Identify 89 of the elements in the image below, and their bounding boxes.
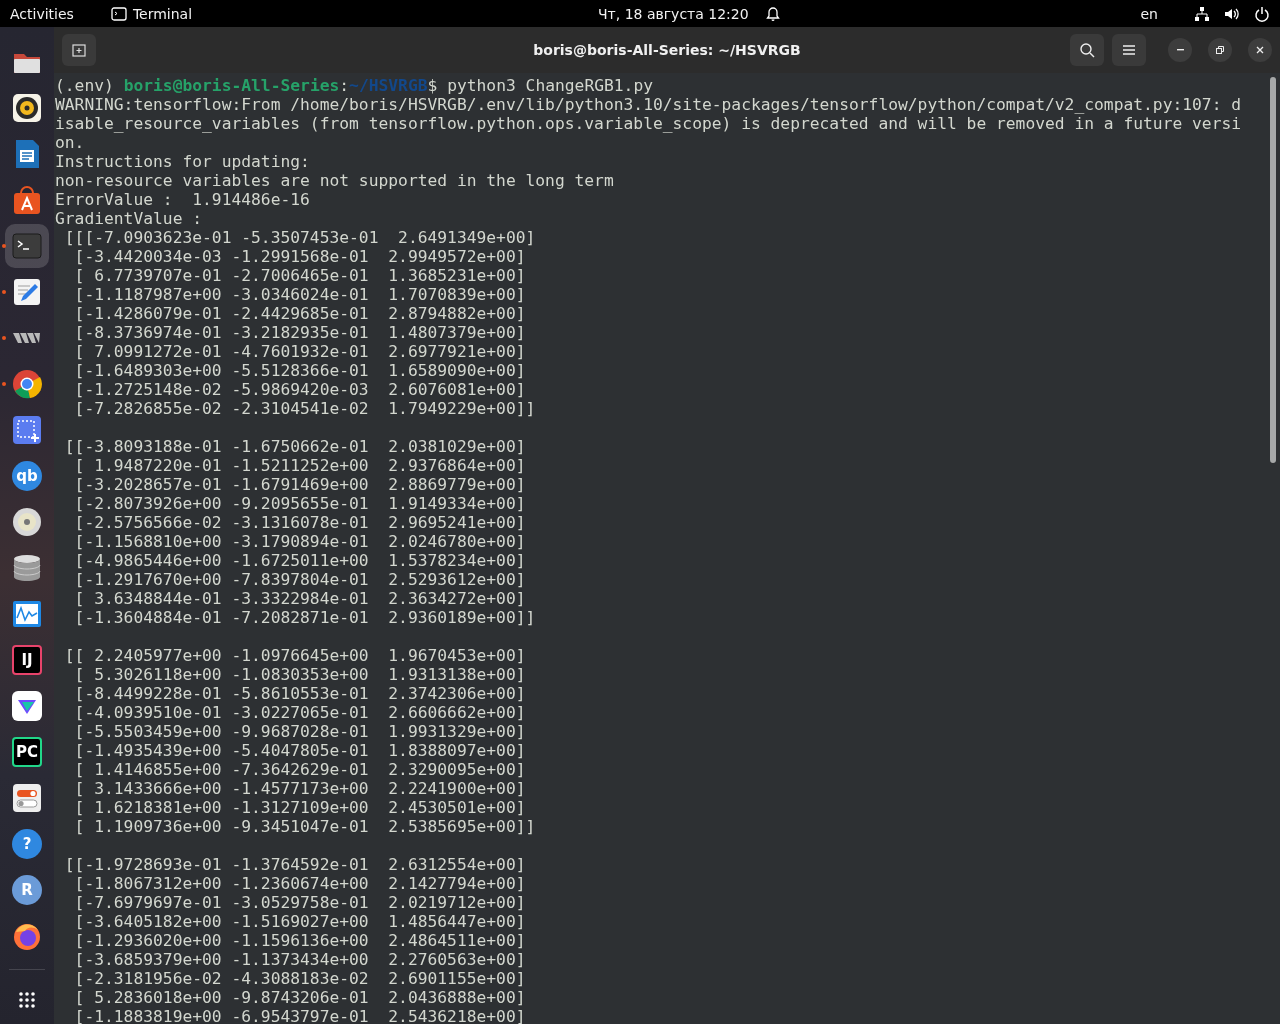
- matrix-row-text: [-3.6405182e+00 -1.5169027e+00 1.4856447e+00]: [73, 912, 527, 931]
- app-icon: qb: [12, 461, 42, 491]
- dock-app-button[interactable]: ?: [5, 822, 49, 866]
- menu-button[interactable]: [1112, 34, 1146, 66]
- matrix-row-text: [-4.0939510e-01 -3.0227065e-01 2.6606662e+00]: [73, 703, 527, 722]
- matrix-row-text: [[ 2.2405977e+00 -1.0976645e+00 1.9670453e+00]: [63, 646, 527, 665]
- matrix-row-text: [-1.2725148e-02 -5.9869420e-03 2.6076081e+00]: [73, 380, 527, 399]
- bell-icon: [764, 5, 781, 22]
- matrix-row-text: [ 3.1433666e+00 -1.4577173e+00 2.2241900e+00]: [73, 779, 527, 798]
- activities-button[interactable]: Activities: [10, 5, 74, 22]
- restore-button[interactable]: [1208, 38, 1232, 62]
- output-line: ErrorValue : 1.914486e-16: [55, 190, 311, 209]
- chart-icon: [11, 598, 43, 630]
- matrix-row-text: [-2.8073926e+00 -9.2095655e-01 1.9149334e+00]: [73, 494, 527, 513]
- output-line: GradientValue :: [55, 209, 204, 228]
- matrix-row-text: [-2.3181956e-02 -4.3088183e-02 2.6901155e+00]: [73, 969, 527, 988]
- matrix-row-text: [-3.6859379e+00 -1.1373434e+00 2.2760563e+00]: [73, 950, 527, 969]
- pencil-note-icon: [11, 276, 43, 308]
- output-line: on.: [55, 133, 86, 152]
- window-title: boris@boris-All-Series: ~/HSVRGB: [533, 42, 801, 58]
- matrix-row-text: [[[-7.0903623e-01 -5.3507453e-01 2.6491349e+00]: [63, 228, 537, 247]
- matrix-row-text: [-1.6489303e+00 -5.5128366e-01 1.6589090e+00]: [73, 361, 527, 380]
- matrix-row-text: [ 1.1909736e+00 -9.3451047e-01 2.5385695e+00]]: [73, 817, 537, 836]
- matrix-row-text: [ 3.6348844e-01 -3.3322984e-01 2.3634272e+00]: [73, 589, 527, 608]
- matrix-row-text: [-7.2826855e-02 -2.3104541e-02 1.7949229e+00]]: [73, 399, 537, 418]
- search-button[interactable]: [1070, 34, 1104, 66]
- close-icon: [1254, 44, 1266, 56]
- browser-icon: [11, 368, 43, 400]
- matrix-row-text: [[-1.9728693e-01 -1.3764592e-01 2.6312554e+00]: [63, 855, 527, 874]
- matrix-row-text: [ 1.4146855e+00 -7.3642629e-01 2.3290095e+00]: [73, 760, 527, 779]
- close-button[interactable]: [1248, 38, 1272, 62]
- grid-icon: [17, 990, 37, 1010]
- selection-icon: [11, 414, 43, 446]
- disc-icon: [11, 506, 43, 538]
- minimize-icon: [1176, 49, 1184, 51]
- scrollbar[interactable]: [1270, 77, 1276, 463]
- menu-icon: [1121, 42, 1137, 58]
- matrix-row-text: [ 5.2836018e+00 -9.8743206e-01 2.0436888e+00]: [73, 988, 527, 1007]
- matrix-row-text: [-3.2028657e-01 -1.6791469e+00 2.8869779e+00]: [73, 475, 527, 494]
- matrix-row-text: [-5.5503459e+00 -9.9687028e-01 1.9931329e+00]: [73, 722, 527, 741]
- matrix-row-text: [-3.4420034e-03 -1.2991568e-01 2.9949572e+00]: [73, 247, 527, 266]
- matrix-row-text: [[-3.8093188e-01 -1.6750662e-01 2.0381029e+00]: [63, 437, 527, 456]
- output-line: Instructions for updating:: [55, 152, 311, 171]
- matrix-row-text: [-1.3604884e-01 -7.2082871e-01 2.9360189e+00]]: [73, 608, 537, 627]
- output-line: non-resource variables are not supported in the long term: [55, 171, 615, 190]
- matrix-row-text: [-1.2917670e+00 -7.8397804e-01 2.5293612e+00]: [73, 570, 527, 589]
- matrix-row-text: [ 5.3026118e+00 -1.0830353e+00 1.9313138e+00]: [73, 665, 527, 684]
- matrix-row-text: [-1.4286079e-01 -2.4429685e-01 2.8794882e+00]: [73, 304, 527, 323]
- matrix-row-text: [-1.8067312e+00 -1.2360674e+00 2.1427794e+00]: [73, 874, 527, 893]
- app-icon: ?: [12, 829, 42, 859]
- terminal-icon: [11, 230, 43, 262]
- matrix-row-text: [-8.3736974e-01 -3.2182935e-01 1.4807379e+00]: [73, 323, 527, 342]
- matrix-row-text: [-7.6979697e-01 -3.0529758e-01 2.0219712e+00]: [73, 893, 527, 912]
- app-icon: PC: [12, 737, 42, 767]
- output-line: WARNING:tensorflow:From /home/boris/HSVRGB/.env/lib/python3.10/site-packages/tensorflow/python/compat/v2_compat.py:107: d: [55, 95, 1243, 114]
- new-tab-icon: [71, 42, 87, 58]
- matrix-row-text: [-8.4499228e-01 -5.8610553e-01 2.3742306e+00]: [73, 684, 527, 703]
- matrix-row-text: [ 7.0991272e-01 -4.7601932e-01 2.6977921e+00]: [73, 342, 527, 361]
- shopping-bag-icon: [11, 184, 43, 216]
- dock-app-button[interactable]: IJ: [5, 638, 49, 682]
- matrix-row-text: [-4.9865446e+00 -1.6725011e+00 1.5378234e+00]: [73, 551, 527, 570]
- new-tab-button[interactable]: [62, 34, 96, 66]
- network-icon: [1194, 5, 1210, 22]
- app-icon: R: [12, 875, 42, 905]
- speaker-icon: [11, 92, 43, 124]
- dock-app-button[interactable]: PC: [5, 730, 49, 774]
- clock[interactable]: Чт, 18 августа 12:20: [598, 5, 749, 22]
- restore-icon: [1214, 44, 1226, 56]
- power-icon: [1254, 5, 1270, 22]
- prompt-line: (.env) boris@boris-All-Series:~/HSVRGB$ python3 ChangeRGB1.py: [55, 76, 654, 95]
- output-line: isable_resource_variables (from tensorflow.python.ops.variable_scope) is deprecated and will be removed in a future versi: [55, 114, 1243, 133]
- database-icon: [11, 552, 43, 584]
- app-menu[interactable]: Terminal: [132, 5, 193, 22]
- keyboard-layout[interactable]: en: [1140, 5, 1158, 22]
- matrix-row-text: [-1.4935439e+00 -5.4047805e-01 1.8388097e+00]: [73, 741, 527, 760]
- matrix-row-text: [-1.1568810e+00 -3.1790894e-01 2.0246780e+00]: [73, 532, 527, 551]
- matrix-row-text: [-2.5756566e-02 -3.1316078e-01 2.9695241e+00]: [73, 513, 527, 532]
- matrix-row-text: [-1.1883819e+00 -6.9543797e-01 2.5436218e+00]: [73, 1007, 527, 1024]
- matrix-row-text: [-1.2936020e+00 -1.1596136e+00 2.4864511e+00]: [73, 931, 527, 950]
- matrix-row-text: [ 6.7739707e-01 -2.7006465e-01 1.3685231e+00]: [73, 266, 527, 285]
- matrix-row-text: [ 1.9487220e-01 -1.5211252e+00 2.9376864e+00]: [73, 456, 527, 475]
- app-icon: IJ: [12, 645, 42, 675]
- toggle-switches-icon: [11, 782, 43, 814]
- minimize-button[interactable]: [1168, 38, 1192, 62]
- dock-app-button[interactable]: qb: [5, 454, 49, 498]
- terminal-icon: [110, 5, 127, 22]
- search-icon: [1079, 42, 1095, 58]
- matrix-row-text: [ 1.6218381e+00 -1.3127109e+00 2.4530501e+00]: [73, 798, 527, 817]
- matrix-row-text: [-1.1187987e+00 -3.0346024e-01 1.7070839e+00]: [73, 285, 527, 304]
